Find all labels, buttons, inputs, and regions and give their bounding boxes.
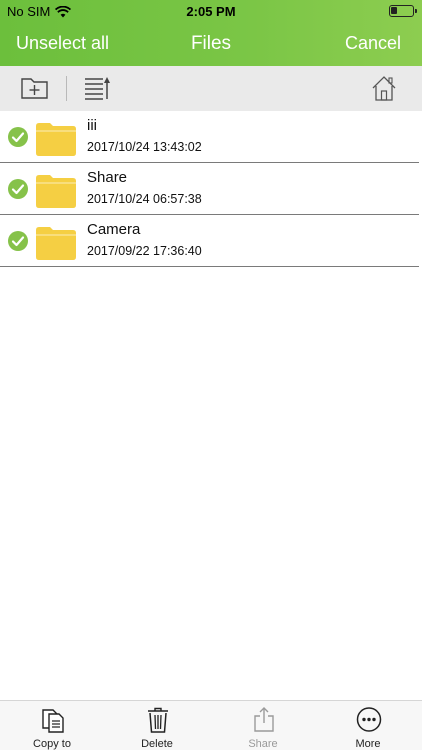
file-date: 2017/10/24 13:43:02 xyxy=(87,140,202,154)
folder-plus-icon xyxy=(21,78,48,99)
file-name: Share xyxy=(87,169,128,186)
files-screen: No SIM 2:05 PM Unselect all Files Cancel xyxy=(0,0,422,750)
header: No SIM 2:05 PM Unselect all Files Cancel xyxy=(0,0,422,66)
home-button[interactable] xyxy=(369,74,399,102)
toolbar xyxy=(0,66,422,111)
bottom-toolbar: Copy to Delete Share More xyxy=(0,700,422,750)
file-row[interactable]: Share 2017/10/24 06:57:38 xyxy=(0,163,419,215)
share-label: Share xyxy=(248,738,278,750)
more-icon xyxy=(356,707,382,732)
file-date: 2017/09/22 17:36:40 xyxy=(87,244,202,258)
new-folder-button[interactable] xyxy=(20,74,50,102)
trash-icon xyxy=(148,707,168,733)
sort-list-icon xyxy=(85,77,110,100)
clock: 2:05 PM xyxy=(186,4,236,19)
copy-icon xyxy=(42,709,64,733)
battery-icon xyxy=(389,5,417,17)
file-row[interactable]: Camera 2017/09/22 17:36:40 xyxy=(0,215,419,267)
file-name: iii xyxy=(87,117,97,134)
more-label: More xyxy=(355,738,381,750)
status-bar: No SIM 2:05 PM xyxy=(0,0,422,22)
toolbar-divider xyxy=(66,76,67,101)
copy-to-button[interactable]: Copy to xyxy=(7,701,97,750)
delete-label: Delete xyxy=(141,738,173,750)
more-button[interactable]: More xyxy=(323,701,413,750)
check-icon[interactable] xyxy=(8,231,28,251)
nav-bar: Unselect all Files Cancel xyxy=(0,22,422,66)
delete-button[interactable]: Delete xyxy=(112,701,202,750)
file-row[interactable]: iii 2017/10/24 13:43:02 xyxy=(0,111,419,163)
check-icon[interactable] xyxy=(8,127,28,147)
file-list: iii 2017/10/24 13:43:02 Share 2017/10/24… xyxy=(0,111,422,267)
share-icon xyxy=(254,707,274,732)
cancel-button[interactable]: Cancel xyxy=(345,33,401,54)
copy-to-label: Copy to xyxy=(33,738,71,750)
file-date: 2017/10/24 06:57:38 xyxy=(87,192,202,206)
share-button[interactable]: Share xyxy=(218,701,308,750)
check-icon[interactable] xyxy=(8,179,28,199)
sort-button[interactable] xyxy=(83,74,113,102)
folder-icon xyxy=(36,123,76,156)
home-icon xyxy=(372,76,396,101)
file-name: Camera xyxy=(87,221,141,238)
folder-icon xyxy=(36,175,76,208)
folder-icon xyxy=(36,227,76,260)
